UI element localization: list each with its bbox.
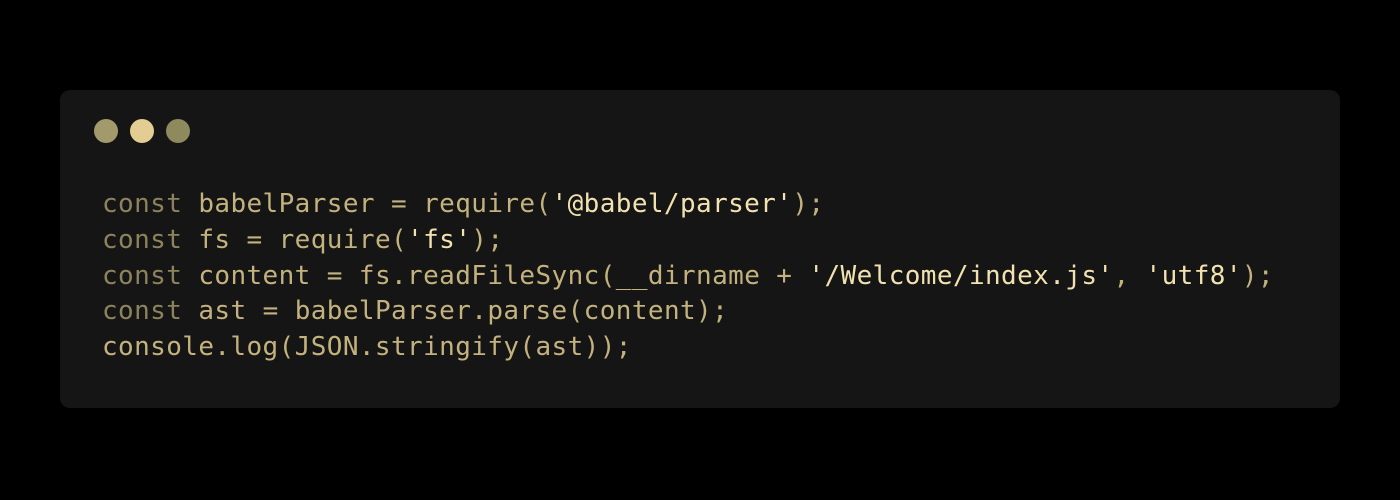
code-identifier: content: [198, 260, 311, 291]
code-punctuation: (: [391, 224, 408, 255]
code-line: const ast = babelParser.parse(content);: [102, 294, 1274, 330]
code-keyword: const: [102, 189, 183, 219]
code-keyword: const: [102, 224, 183, 255]
code-line: const content = fs.readFileSync(__dirnam…: [102, 259, 1274, 295]
code-string: 'utf8': [1145, 260, 1242, 291]
code-identifier: require: [423, 189, 536, 219]
window-dot-2[interactable]: [130, 119, 154, 143]
code-punctuation: (: [519, 332, 536, 363]
window-dot-3[interactable]: [166, 119, 190, 143]
code-identifier: console.log: [102, 332, 279, 363]
code-window: const babelParser = require('@babel/pars…: [60, 90, 1340, 408]
code-punctuation: );: [792, 189, 825, 219]
code-punctuation: +: [760, 260, 809, 291]
code-identifier: ast: [535, 332, 584, 363]
code-punctuation: );: [471, 224, 504, 255]
code-identifier: ast: [198, 296, 247, 327]
code-punctuation: (: [567, 296, 584, 327]
code-string: '/Welcome/index.js': [808, 260, 1114, 291]
code-punctuation: [182, 261, 198, 291]
code-keyword: const: [102, 260, 183, 291]
code-punctuation: );: [696, 296, 729, 327]
window-dot-1[interactable]: [94, 119, 118, 143]
code-punctuation: =: [230, 224, 279, 255]
code-identifier: fs.readFileSync: [358, 260, 600, 291]
code-punctuation: =: [246, 296, 295, 327]
code-string: 'fs': [407, 224, 472, 255]
code-block[interactable]: const babelParser = require('@babel/pars…: [102, 187, 1274, 366]
code-punctuation: (: [535, 189, 552, 219]
code-keyword: const: [102, 296, 183, 327]
code-identifier: babelParser: [198, 189, 375, 219]
code-identifier: JSON.stringify: [294, 332, 520, 363]
code-punctuation: [182, 296, 198, 326]
code-line: const fs = require('fs');: [102, 223, 1274, 259]
code-line: const babelParser = require('@babel/pars…: [102, 187, 1274, 223]
code-punctuation: [182, 225, 198, 255]
code-identifier: content: [583, 296, 697, 327]
code-punctuation: );: [1241, 260, 1274, 291]
code-line: console.log(JSON.stringify(ast));: [102, 330, 1274, 366]
code-identifier: __dirname: [615, 260, 761, 291]
code-punctuation: (: [278, 332, 295, 363]
code-punctuation: (: [599, 260, 616, 291]
code-punctuation: ));: [583, 332, 632, 363]
code-string: '@babel/parser': [551, 189, 793, 219]
code-punctuation: =: [310, 260, 359, 291]
code-punctuation: =: [374, 189, 424, 219]
code-identifier: babelParser.parse: [294, 296, 568, 327]
code-punctuation: [182, 189, 198, 219]
window-controls: [94, 119, 190, 143]
code-identifier: require: [278, 224, 391, 255]
code-identifier: fs: [198, 224, 231, 255]
code-punctuation: ,: [1113, 260, 1146, 291]
